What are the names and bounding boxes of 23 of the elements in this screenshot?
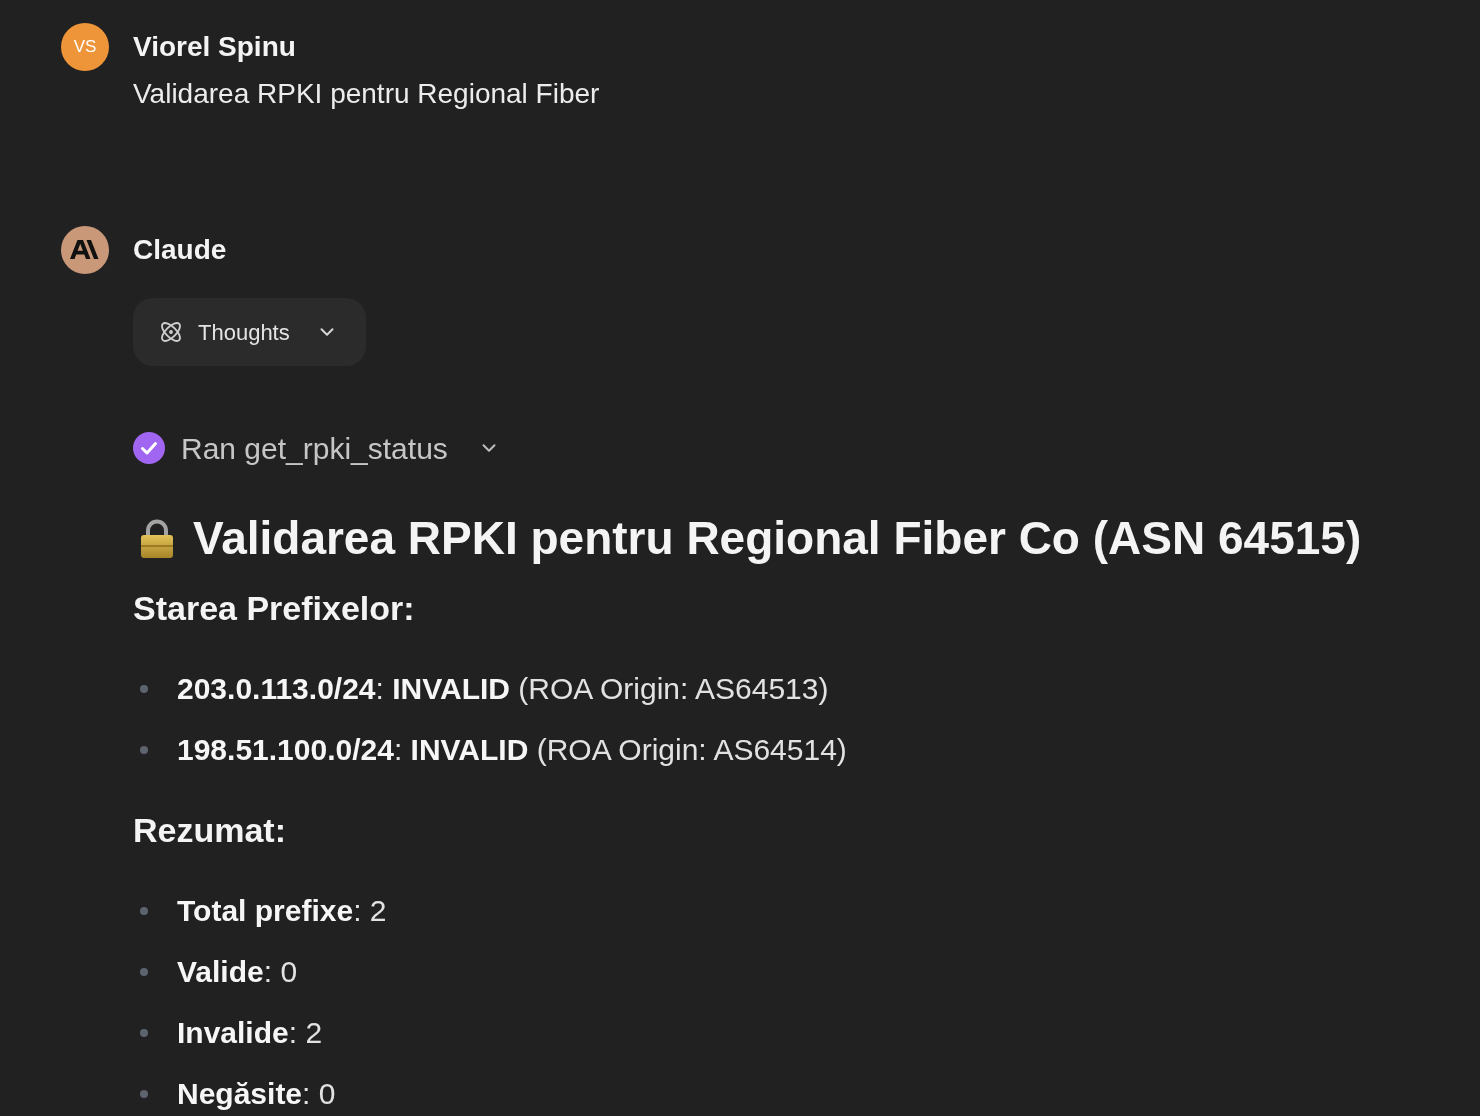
tool-call-toggle[interactable]: Ran get_rpki_status bbox=[133, 428, 500, 468]
user-avatar: VS bbox=[61, 23, 109, 71]
bullet-icon bbox=[140, 685, 148, 693]
bullet-icon bbox=[140, 746, 148, 754]
section-heading: Rezumat: bbox=[133, 810, 287, 851]
assistant-name: Claude bbox=[133, 233, 227, 267]
list-item-text: 198.51.100.0/24: INVALID (ROA Origin: AS64514) bbox=[177, 732, 847, 768]
bullet-icon bbox=[140, 1090, 148, 1098]
bullet-icon bbox=[140, 968, 148, 976]
user-message-text: Validarea RPKI pentru Regional Fiber bbox=[133, 77, 600, 111]
section-heading: Starea Prefixelor: bbox=[133, 588, 415, 629]
list-item-text: Valide: 0 bbox=[177, 954, 298, 990]
list-item-text: Total prefixe: 2 bbox=[177, 893, 387, 929]
bullet-icon bbox=[140, 1029, 148, 1037]
list-item-text: Invalide: 2 bbox=[177, 1015, 323, 1051]
logo-avatar-icon bbox=[61, 226, 109, 274]
user-name: Viorel Spinu bbox=[133, 30, 297, 64]
list-item-text: Negăsite: 0 bbox=[177, 1076, 336, 1112]
bullet-icon bbox=[140, 907, 148, 915]
thoughts-button[interactable]: Thoughts bbox=[133, 298, 366, 366]
list-item-text: 203.0.113.0/24: INVALID (ROA Origin: AS64513) bbox=[177, 671, 829, 707]
response-title: Validarea RPKI pentru Regional Fiber Co (ASN 64515) bbox=[193, 511, 1362, 566]
atom-icon bbox=[159, 320, 183, 344]
